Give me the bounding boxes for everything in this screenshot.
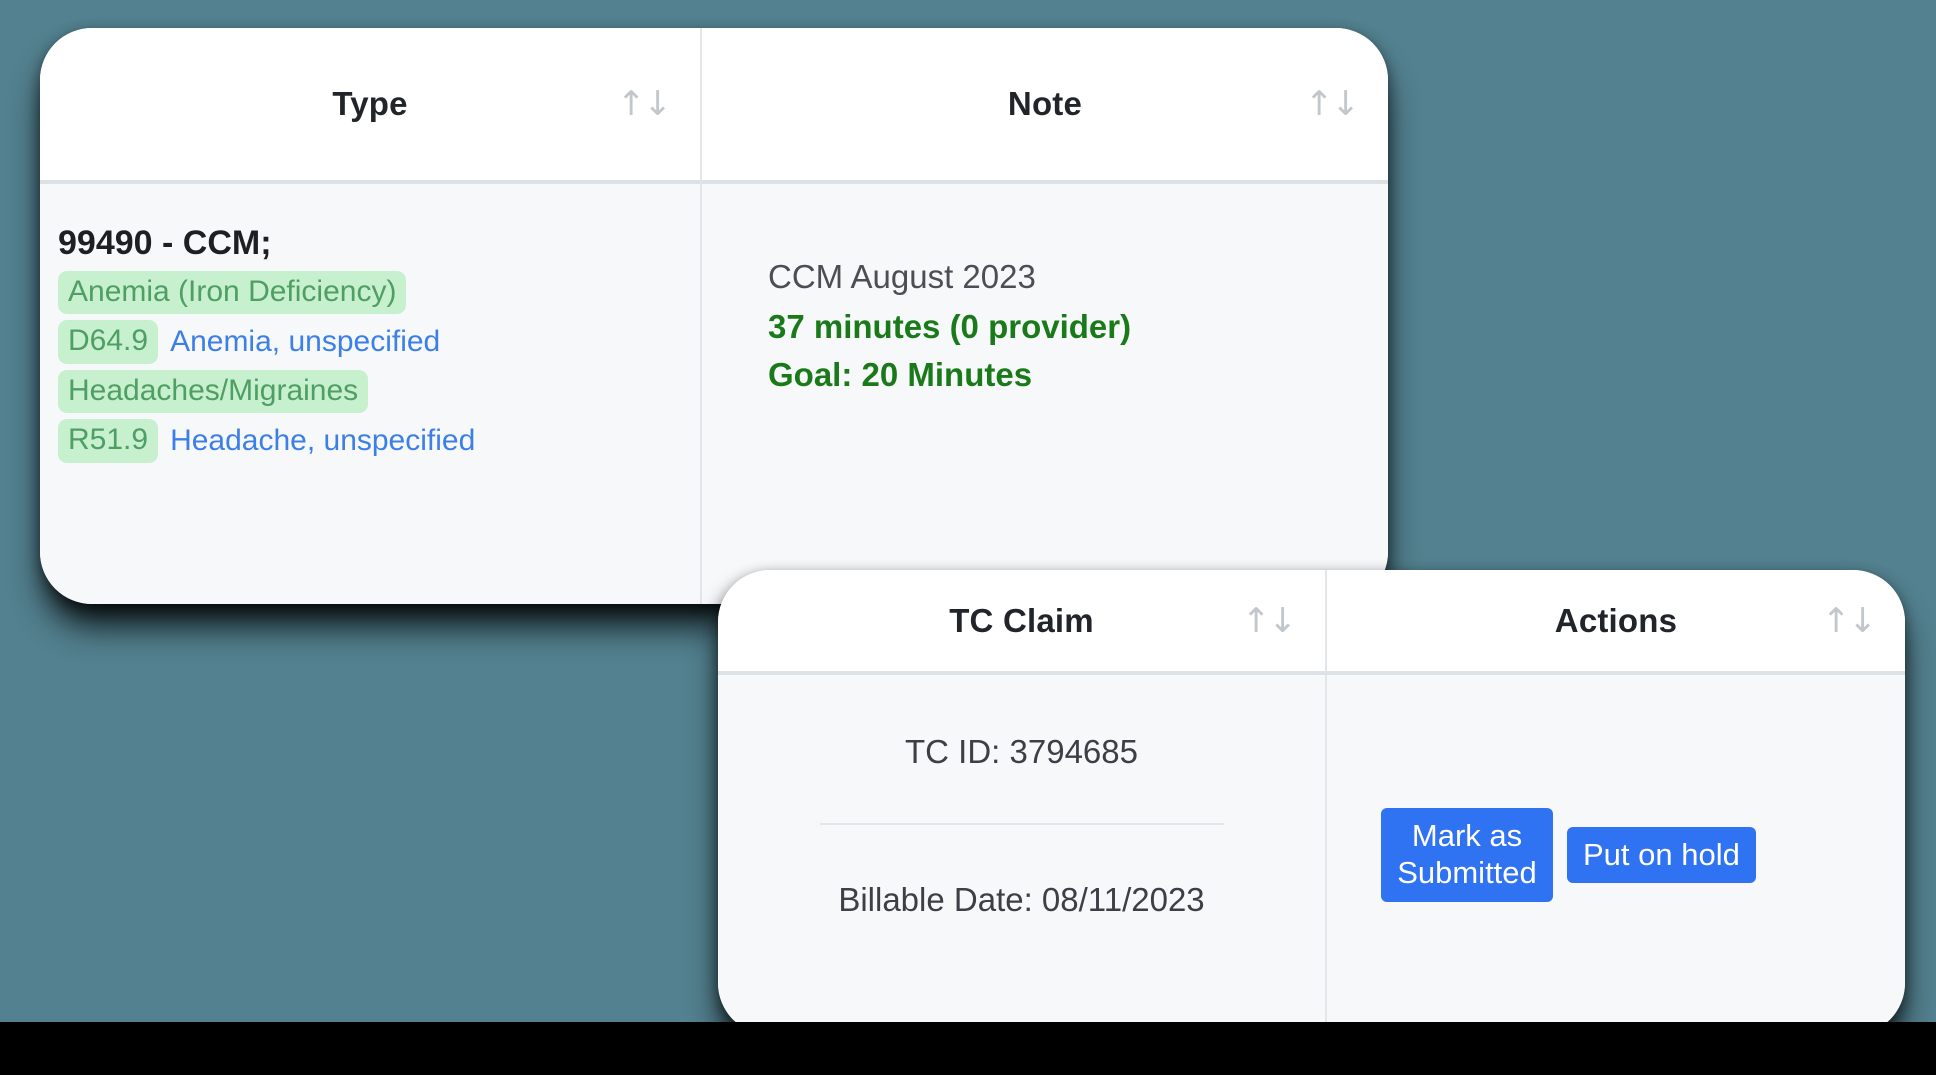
note-goal: Goal: 20 Minutes [768,356,1033,393]
put-on-hold-button[interactable]: Put on hold [1567,826,1756,884]
type-cell: 99490 - CCM; Anemia (Iron Deficiency) D6… [40,184,700,604]
column-header-note[interactable]: Note ↑↓ [700,28,1388,184]
diagnosis-tag: Headaches/Migraines [58,369,369,414]
diagnosis-row: R51.9 Headache, unspecified [58,419,700,463]
mark-as-submitted-button[interactable]: Mark as Submitted [1381,808,1553,902]
diagnosis-row: Anemia (Iron Deficiency) [58,271,700,315]
sort-icon[interactable]: ↑↓ [617,87,672,121]
claim-actions-card: TC Claim ↑↓ Actions ↑↓ TC ID: 3794685 Bi… [718,570,1905,1035]
diagnosis-row: D64.9 Anemia, unspecified [58,320,700,364]
sort-icon[interactable]: ↑↓ [1242,604,1297,638]
sort-icon[interactable]: ↑↓ [1822,604,1877,638]
column-header-actions-label: Actions [1554,601,1678,639]
claim-actions-grid: TC Claim ↑↓ Actions ↑↓ TC ID: 3794685 Bi… [718,570,1905,1035]
screenshot-stage: Type ↑↓ Note ↑↓ 99490 - CCM; Anemia (Iro… [0,0,1936,1075]
note-title: CCM August 2023 [768,258,1036,295]
tc-claim-cell: TC ID: 3794685 Billable Date: 08/11/2023 [718,675,1325,1035]
diagnosis-row: Headaches/Migraines [58,369,700,414]
actions-cell: Mark as Submitted Put on hold [1325,675,1905,1035]
column-header-tc-claim-label: TC Claim [949,601,1094,639]
diagnosis-description: Anemia, unspecified [170,325,441,359]
billable-date-label: Billable Date: 08/11/2023 [838,881,1205,918]
divider [819,823,1224,825]
column-header-tc-claim[interactable]: TC Claim ↑↓ [718,570,1325,675]
diagnosis-list: Anemia (Iron Deficiency) D64.9 Anemia, u… [58,271,700,463]
diagnosis-description: Headache, unspecified [170,423,476,457]
diagnosis-code-tag: D64.9 [58,320,159,364]
diagnosis-tag: Anemia (Iron Deficiency) [58,271,407,315]
column-header-type[interactable]: Type ↑↓ [40,28,700,184]
cpt-code-label: 99490 - CCM; [58,224,272,262]
column-header-type-label: Type [332,85,408,122]
column-header-note-label: Note [1007,85,1083,122]
bottom-black-bar [0,1022,1936,1075]
note-cell: CCM August 2023 37 minutes (0 provider) … [700,184,1388,604]
note-minutes: 37 minutes (0 provider) [768,308,1132,345]
column-header-actions[interactable]: Actions ↑↓ [1325,570,1905,675]
type-note-card: Type ↑↓ Note ↑↓ 99490 - CCM; Anemia (Iro… [40,28,1388,604]
type-note-grid: Type ↑↓ Note ↑↓ 99490 - CCM; Anemia (Iro… [40,28,1388,604]
diagnosis-code-tag: R51.9 [58,419,159,463]
tc-id-label: TC ID: 3794685 [905,733,1138,770]
sort-icon[interactable]: ↑↓ [1305,87,1360,121]
